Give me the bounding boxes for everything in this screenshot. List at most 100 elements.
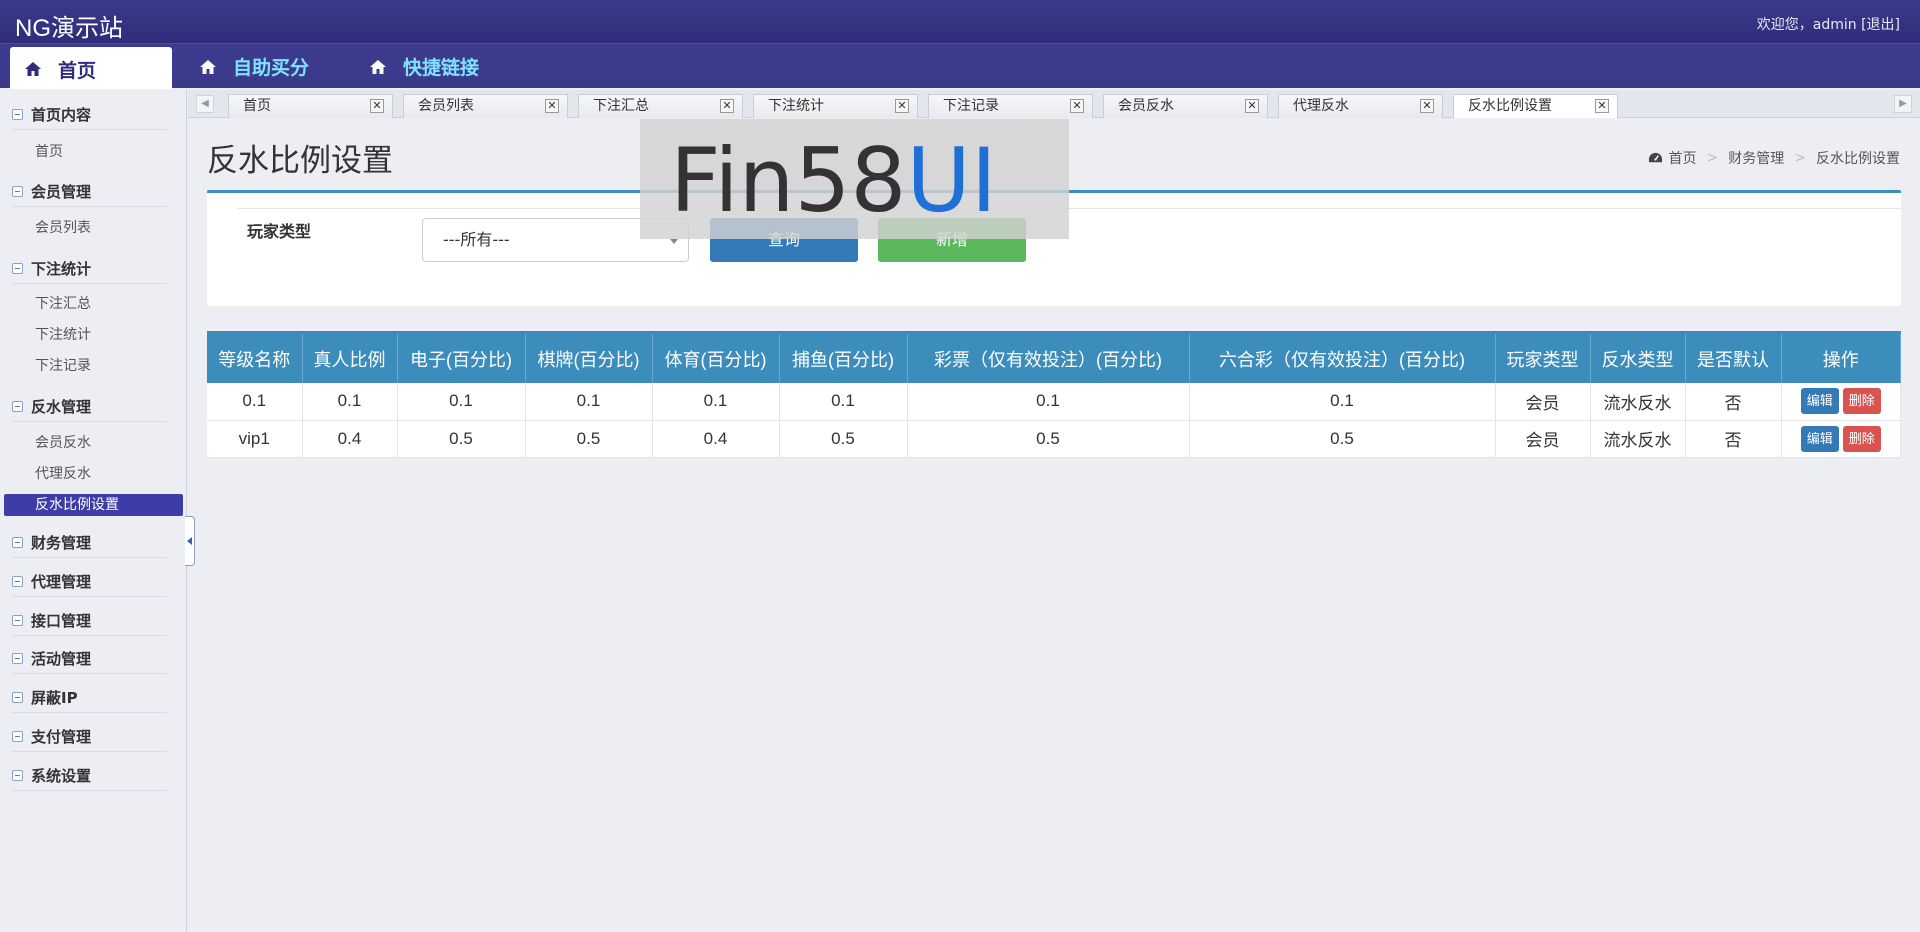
cell-is-default: 否	[1685, 383, 1782, 421]
column-header: 等级名称	[207, 334, 303, 383]
watermark-text-blue: UI	[906, 129, 996, 232]
close-icon[interactable]: ✕	[895, 99, 909, 113]
cell-fishing: 0.5	[779, 420, 908, 458]
tab-label: 会员列表	[418, 98, 474, 114]
breadcrumb-separator: >	[1794, 150, 1806, 166]
sidebar-item-rebate-settings[interactable]: 反水比例设置	[4, 494, 183, 516]
tab-rebate-settings[interactable]: 反水比例设置 ✕	[1453, 94, 1618, 118]
tab-member-rebate[interactable]: 会员反水 ✕	[1103, 94, 1268, 118]
table-header-row: 等级名称 真人比例 电子(百分比) 棋牌(百分比) 体育(百分比) 捕鱼(百分比…	[207, 334, 1901, 383]
sidebar-group-finance[interactable]: 财务管理	[12, 528, 167, 558]
tab-bet-stats[interactable]: 下注统计 ✕	[753, 94, 918, 118]
close-icon[interactable]: ✕	[1245, 99, 1259, 113]
sidebar-item-bet-records[interactable]: 下注记录	[35, 355, 91, 377]
tab-agent-rebate[interactable]: 代理反水 ✕	[1278, 94, 1443, 118]
collapse-icon	[12, 401, 23, 412]
nav-tab-home[interactable]: 首页	[10, 47, 172, 91]
tabs-scroll-right-button[interactable]: ▶	[1894, 95, 1912, 113]
sidebar-group-home-content[interactable]: 首页内容	[12, 100, 167, 130]
column-header: 操作	[1781, 334, 1901, 383]
divider	[237, 208, 1901, 209]
tab-member-list[interactable]: 会员列表 ✕	[403, 94, 568, 118]
delete-button[interactable]: 删除	[1842, 388, 1881, 415]
column-header: 捕鱼(百分比)	[779, 334, 908, 383]
cell-chess: 0.5	[525, 420, 653, 458]
sidebar: 首页内容 首页 会员管理 会员列表 下注统计 下注汇总 下注统计 下注记录 反水…	[0, 89, 187, 932]
sidebar-group-label: 首页内容	[31, 106, 92, 124]
delete-button[interactable]: 删除	[1842, 425, 1881, 452]
sidebar-group-bet-stats[interactable]: 下注统计	[12, 254, 167, 284]
collapse-icon	[12, 537, 23, 548]
sidebar-item-bet-summary[interactable]: 下注汇总	[35, 293, 91, 315]
sidebar-group-label: 代理管理	[31, 573, 92, 591]
nav-tab-label: 自助买分	[233, 57, 310, 79]
nav-tab-label: 快捷链接	[403, 57, 480, 79]
sidebar-item-home[interactable]: 首页	[35, 141, 63, 163]
nav-tab-quick-links[interactable]: 快捷链接	[355, 44, 479, 89]
column-header: 电子(百分比)	[397, 334, 526, 383]
table-row: 0.1 0.1 0.1 0.1 0.1 0.1 0.1 0.1 会员 流水反水 …	[207, 383, 1901, 421]
cell-mark-six: 0.1	[1189, 383, 1496, 421]
tabs-scroll-left-button[interactable]: ◀	[196, 95, 214, 113]
sidebar-item-agent-rebate[interactable]: 代理反水	[35, 463, 91, 485]
sidebar-group-rebate[interactable]: 反水管理	[12, 392, 167, 422]
sidebar-item-bet-stats[interactable]: 下注统计	[35, 324, 91, 346]
logout-link[interactable]: [退出]	[1861, 17, 1900, 33]
player-type-label: 玩家类型	[247, 222, 312, 241]
edit-button[interactable]: 编辑	[1800, 388, 1839, 415]
collapse-icon	[12, 731, 23, 742]
cell-fishing: 0.1	[779, 383, 908, 421]
column-header: 玩家类型	[1495, 334, 1591, 383]
sidebar-item-member-rebate[interactable]: 会员反水	[35, 432, 91, 454]
sidebar-group-activities[interactable]: 活动管理	[12, 644, 167, 674]
cell-live-ratio: 0.4	[302, 420, 398, 458]
cell-player-type: 会员	[1495, 420, 1591, 458]
sidebar-toggle-button[interactable]	[185, 516, 195, 566]
sidebar-group-label: 接口管理	[31, 612, 92, 630]
svg-text:Fin58UI: Fin58UI	[670, 129, 997, 232]
close-icon[interactable]: ✕	[545, 99, 559, 113]
sidebar-item-member-list[interactable]: 会员列表	[35, 217, 91, 239]
sidebar-group-payments[interactable]: 支付管理	[12, 722, 167, 752]
cell-rebate-type: 流水反水	[1590, 383, 1686, 421]
home-icon	[199, 58, 217, 76]
cell-level-name: 0.1	[207, 383, 303, 421]
close-icon[interactable]: ✕	[720, 99, 734, 113]
cell-sports: 0.1	[652, 383, 780, 421]
sidebar-group-agents[interactable]: 代理管理	[12, 567, 167, 597]
tab-home[interactable]: 首页 ✕	[228, 94, 393, 118]
nav-tab-self-buy[interactable]: 自助买分	[185, 44, 309, 89]
cell-lottery: 0.5	[907, 420, 1190, 458]
tab-label: 下注统计	[768, 98, 824, 114]
close-icon[interactable]: ✕	[370, 99, 384, 113]
sidebar-group-members[interactable]: 会员管理	[12, 177, 167, 207]
dashboard-icon	[1648, 152, 1662, 162]
column-header: 棋牌(百分比)	[525, 334, 653, 383]
sidebar-group-label: 系统设置	[31, 767, 92, 785]
tab-label: 反水比例设置	[1468, 98, 1552, 114]
tab-bet-summary[interactable]: 下注汇总 ✕	[578, 94, 743, 118]
close-icon[interactable]: ✕	[1420, 99, 1434, 113]
sidebar-group-block-ip[interactable]: 屏蔽IP	[12, 683, 167, 713]
edit-button[interactable]: 编辑	[1800, 425, 1839, 452]
top-header: NG演示站 欢迎您，admin [退出]	[0, 0, 1920, 43]
tab-bet-records[interactable]: 下注记录 ✕	[928, 94, 1093, 118]
column-header: 反水类型	[1590, 334, 1686, 383]
breadcrumb-finance-link[interactable]: 财务管理	[1728, 148, 1784, 168]
cell-rebate-type: 流水反水	[1590, 420, 1686, 458]
main-nav: 首页 自助买分 快捷链接	[0, 43, 1920, 91]
sidebar-group-system[interactable]: 系统设置	[12, 761, 167, 791]
collapse-icon	[12, 576, 23, 587]
cell-electronic: 0.1	[397, 383, 526, 421]
breadcrumb-home-link[interactable]: 首页	[1669, 148, 1697, 168]
cell-actions: 编辑 删除	[1781, 420, 1901, 458]
home-icon	[24, 60, 42, 78]
column-header: 六合彩（仅有效投注）(百分比)	[1189, 334, 1496, 383]
tab-label: 下注记录	[943, 98, 999, 114]
close-icon[interactable]: ✕	[1595, 99, 1609, 113]
cell-lottery: 0.1	[907, 383, 1190, 421]
column-header: 体育(百分比)	[652, 334, 780, 383]
sidebar-group-label: 活动管理	[31, 650, 92, 668]
close-icon[interactable]: ✕	[1070, 99, 1084, 113]
sidebar-group-api[interactable]: 接口管理	[12, 606, 167, 636]
